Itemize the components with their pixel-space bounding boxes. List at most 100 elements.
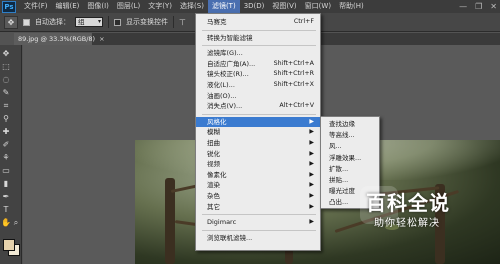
foreground-color-swatch[interactable] (3, 239, 15, 251)
stylize-submenu-item[interactable]: 浮雕效果... (321, 153, 379, 164)
zoom-tool-icon[interactable]: ⌕ (11, 218, 21, 228)
filter-menu-item-label: 像素化 (207, 170, 227, 179)
move-tool-icon[interactable]: ✥ (1, 49, 11, 59)
submenu-arrow-icon: ▶ (309, 149, 314, 157)
filter-menu-item-label: 马赛克 (207, 18, 227, 26)
menu-separator (202, 113, 316, 115)
filter-menu-item[interactable]: 浏览联机滤镜... (196, 233, 320, 243)
watermark-subtitle: 助你轻松解决 (374, 218, 440, 229)
photoshop-window: Ps 文件(F) 编辑(E) 图像(I) 图层(L) 文字(Y) 选择(S) 滤… (0, 0, 500, 264)
filter-menu-item[interactable]: Digimarc ▶ (196, 217, 320, 227)
minimize-icon[interactable]: — (459, 2, 467, 11)
eyedropper-tool-icon[interactable]: ⚲ (1, 114, 11, 124)
filter-menu-item[interactable]: 液化(L)... Shift+Ctrl+X (196, 80, 320, 90)
filter-menu-item[interactable]: 模糊 ▶ (196, 127, 320, 137)
crop-tool-icon[interactable]: ⌗ (1, 101, 11, 111)
filter-menu-item[interactable]: 油画(O)... (196, 91, 320, 101)
lasso-tool-icon[interactable]: ◌ (1, 75, 11, 85)
filter-menu: 马赛克 Ctrl+F 转换为智能滤镜 滤镜库(G)... 自适应广角(A)... Shif… (195, 13, 321, 251)
filter-menu-item[interactable]: 滤镜库(G)... (196, 48, 320, 58)
baike-watermark: 百科全说 助你轻松解决 (360, 186, 480, 238)
show-transform-label: 显示变换控件 (126, 18, 168, 26)
auto-select-label: 自动选择： (35, 18, 70, 26)
filter-menu-item[interactable]: 渲染 ▶ (196, 180, 320, 190)
submenu-arrow-icon: ▶ (309, 218, 314, 226)
clone-stamp-tool-icon[interactable]: ⚘ (1, 153, 11, 163)
submenu-arrow-icon: ▶ (309, 202, 314, 210)
menu-select[interactable]: 选择(S) (176, 0, 208, 13)
filter-menu-item[interactable]: 马赛克 Ctrl+F (196, 17, 320, 27)
shortcut-label: Shift+Ctrl+A (273, 59, 314, 67)
stylize-submenu-item[interactable]: 查找边缘 (321, 119, 379, 130)
shortcut-label: Alt+Ctrl+V (279, 102, 314, 110)
filter-menu-item[interactable]: 杂色 ▶ (196, 191, 320, 201)
submenu-arrow-icon: ▶ (309, 170, 314, 178)
filter-menu-item-label: 浏览联机滤镜... (207, 233, 253, 242)
filter-menu-item[interactable]: 镜头校正(R)... Shift+Ctrl+R (196, 69, 320, 79)
menu-help[interactable]: 帮助(H) (335, 0, 368, 13)
healing-brush-tool-icon[interactable]: ✚ (1, 127, 11, 137)
tab-close-icon[interactable]: × (99, 35, 104, 43)
menu-file[interactable]: 文件(F) (20, 0, 52, 13)
pen-tool-icon[interactable]: ✒ (1, 192, 11, 202)
show-transform-checkbox[interactable] (114, 18, 121, 26)
eraser-tool-icon[interactable]: ▭ (1, 166, 11, 176)
menu-image[interactable]: 图像(I) (83, 0, 113, 13)
shortcut-label: Shift+Ctrl+X (273, 81, 314, 88)
filter-menu-item[interactable]: 扭曲 ▶ (196, 138, 320, 148)
filter-menu-item-label: 转换为智能滤镜 (207, 33, 253, 42)
quick-select-tool-icon[interactable]: ✎ (1, 88, 11, 98)
move-tool-preset-icon[interactable]: ✥ (4, 15, 18, 29)
filter-menu-item[interactable]: 消失点(V)... Alt+Ctrl+V (196, 101, 320, 111)
restore-icon[interactable]: ❐ (475, 2, 482, 11)
submenu-arrow-icon: ▶ (309, 192, 314, 199)
menu-edit[interactable]: 编辑(E) (52, 0, 84, 13)
filter-menu-item-label: 自适应广角(A)... (207, 59, 256, 68)
menu-filter[interactable]: 滤镜(T) (207, 0, 240, 13)
gradient-tool-icon[interactable]: ▮ (1, 179, 11, 189)
hand-tool-icon[interactable]: ✋ (1, 218, 11, 228)
menu-view[interactable]: 视图(V) (268, 0, 300, 13)
submenu-arrow-icon: ▶ (309, 128, 314, 136)
filter-menu-item[interactable]: 像素化 ▶ (196, 170, 320, 180)
filter-menu-item-label: 模糊 (207, 128, 220, 137)
submenu-arrow-icon: ▶ (309, 139, 314, 146)
stylize-submenu-item[interactable]: 扩散... (321, 164, 379, 175)
close-icon[interactable]: ✕ (490, 2, 497, 11)
submenu-arrow-icon: ▶ (309, 181, 314, 189)
menu-separator (202, 29, 316, 31)
filter-menu-item[interactable]: 锐化 ▶ (196, 149, 320, 159)
auto-select-dropdown[interactable]: 组 (75, 17, 103, 27)
filter-menu-item-label: 油画(O)... (207, 91, 237, 100)
stylize-submenu-item[interactable]: 等高线... (321, 130, 379, 141)
filter-menu-item-label: 视频 (207, 160, 220, 169)
filter-menu-item-label: 杂色 (207, 192, 220, 200)
align-top-icon[interactable]: ⊤ (179, 18, 186, 27)
type-tool-icon[interactable]: T (1, 205, 11, 215)
filter-menu-item[interactable]: 转换为智能滤镜 (196, 33, 320, 43)
menu-separator (202, 214, 316, 216)
brush-tool-icon[interactable]: ✐ (1, 140, 11, 150)
menu-separator (202, 229, 316, 231)
filter-menu-item-label: Digimarc (207, 218, 237, 227)
marquee-tool-icon[interactable]: ⬚ (1, 62, 11, 72)
menu-3d[interactable]: 3D(D) (240, 0, 269, 13)
filter-menu-item[interactable]: 视频 ▶ (196, 159, 320, 169)
filter-menu-item[interactable]: 自适应广角(A)... Shift+Ctrl+A (196, 59, 320, 69)
menu-type[interactable]: 文字(Y) (144, 0, 176, 13)
stylize-submenu-item[interactable]: 拼贴... (321, 175, 379, 186)
filter-menu-item[interactable]: 风格化 ▶ (196, 116, 320, 127)
filter-menu-item-label: 镜头校正(R)... (207, 70, 249, 79)
stylize-submenu-item[interactable]: 风... (321, 141, 379, 152)
filter-menu-item[interactable]: 其它 ▶ (196, 202, 320, 212)
menu-layer[interactable]: 图层(L) (113, 0, 144, 13)
document-tab[interactable]: 89.jpg @ 33.3%(RGB/8) × (14, 33, 105, 45)
menu-window[interactable]: 窗口(W) (301, 0, 335, 13)
window-controls: — ❐ ✕ (459, 0, 497, 13)
filter-menu-item-label: 滤镜库(G)... (207, 49, 243, 58)
filter-menu-item-label: 液化(L)... (207, 81, 235, 89)
submenu-arrow-icon: ▶ (309, 117, 314, 125)
divider (173, 16, 174, 28)
submenu-arrow-icon: ▶ (309, 160, 314, 168)
auto-select-checkbox[interactable] (23, 18, 30, 26)
